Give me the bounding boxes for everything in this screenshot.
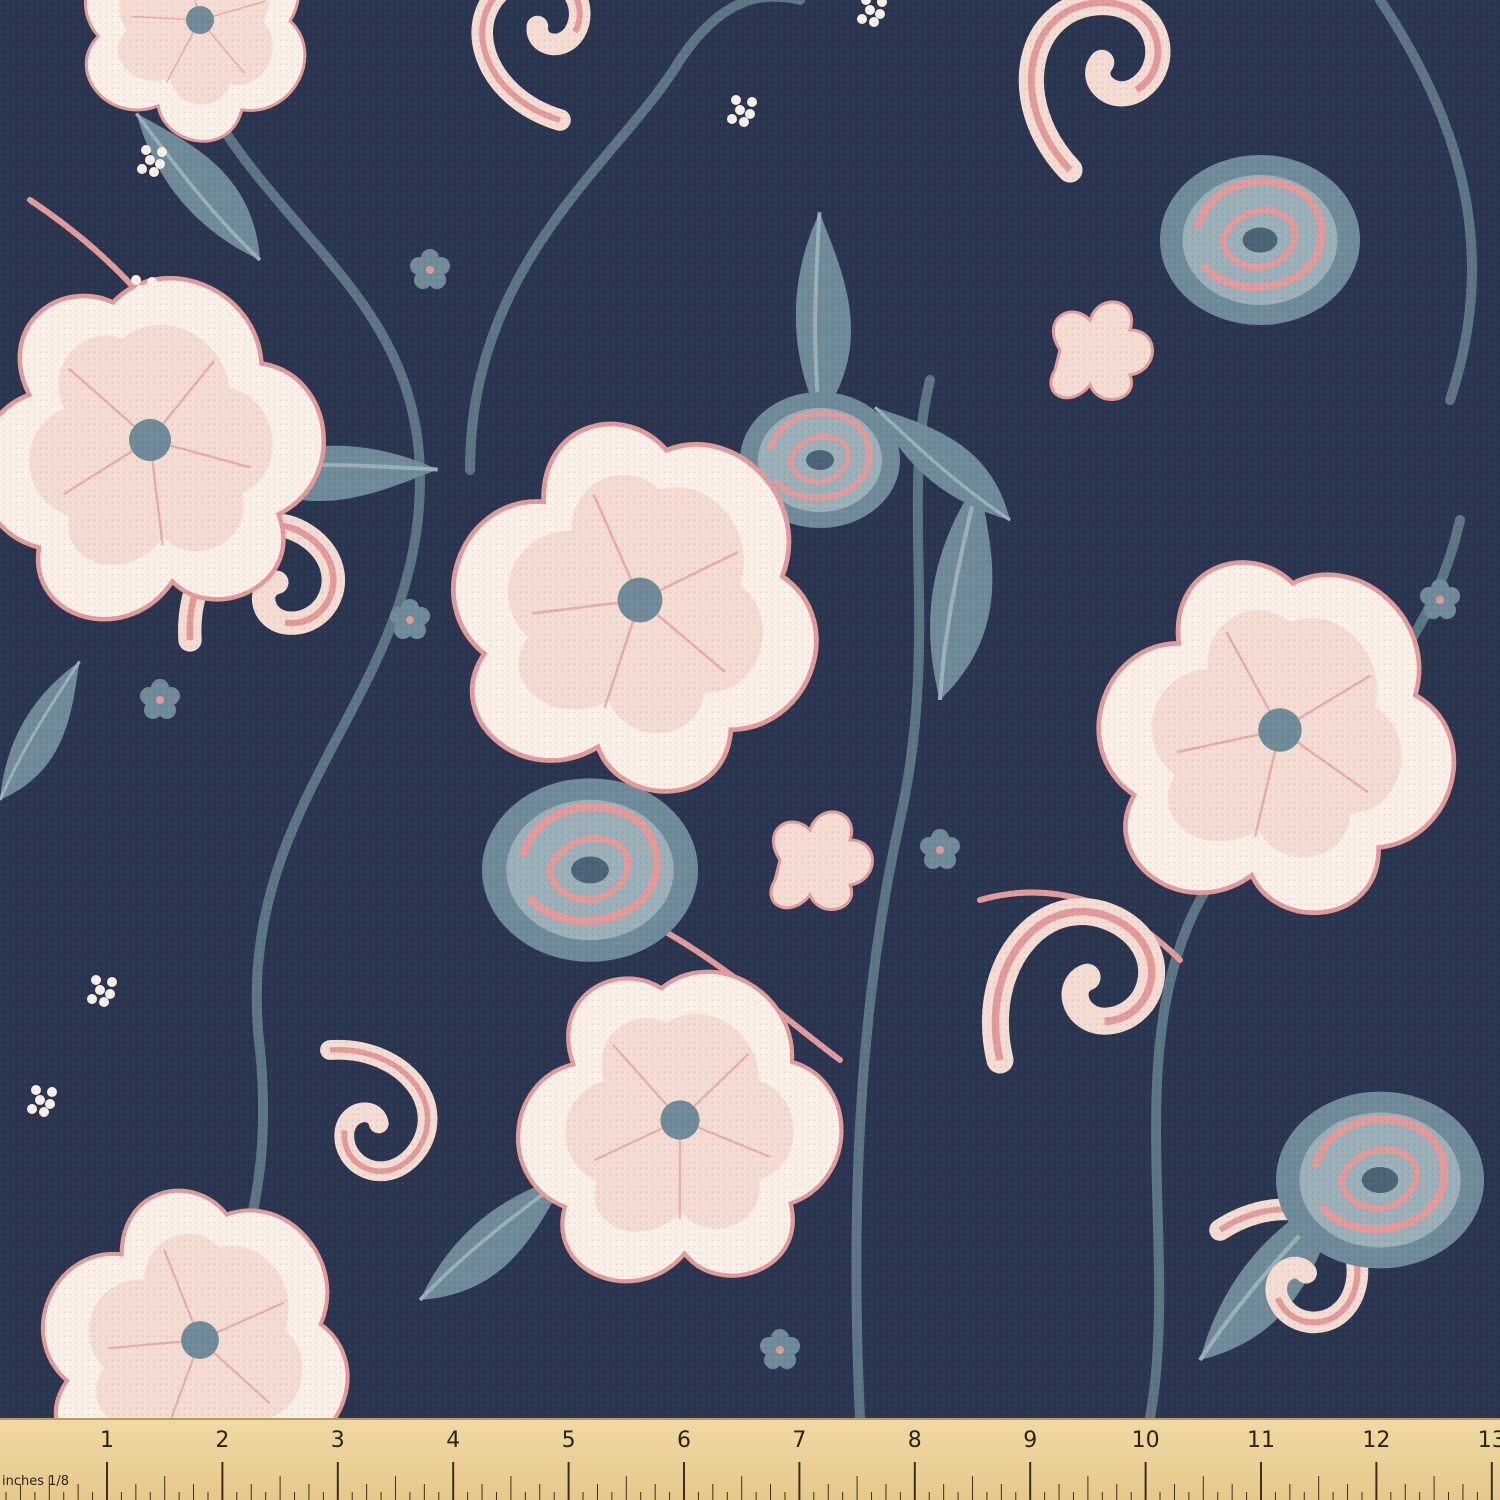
ruler-number: 10 bbox=[1131, 1428, 1160, 1453]
ruler-number: 11 bbox=[1247, 1428, 1275, 1453]
floral-fabric-pattern bbox=[0, 0, 1500, 1418]
ruler-number: 13 bbox=[1477, 1428, 1500, 1453]
ruler-number: 8 bbox=[907, 1428, 922, 1453]
ruler-number: 3 bbox=[330, 1428, 345, 1453]
ruler-number: 7 bbox=[792, 1428, 807, 1453]
ruler-number: 2 bbox=[215, 1428, 230, 1453]
ruler-unit-label: inches 1/8 bbox=[2, 1474, 70, 1489]
measuring-ruler: 1 2 3 4 5 6 7 8 9 10 11 12 13 inches 1/8 bbox=[0, 1418, 1500, 1500]
ruler-number: 1 bbox=[100, 1428, 114, 1453]
ruler-number: 12 bbox=[1362, 1428, 1391, 1453]
ruler-number: 6 bbox=[677, 1428, 691, 1453]
ruler-number: 4 bbox=[446, 1428, 461, 1453]
ruler-number: 9 bbox=[1023, 1428, 1038, 1453]
ruler-number: 5 bbox=[561, 1428, 576, 1453]
product-image: 1 2 3 4 5 6 7 8 9 10 11 12 13 inches 1/8 bbox=[0, 0, 1500, 1500]
